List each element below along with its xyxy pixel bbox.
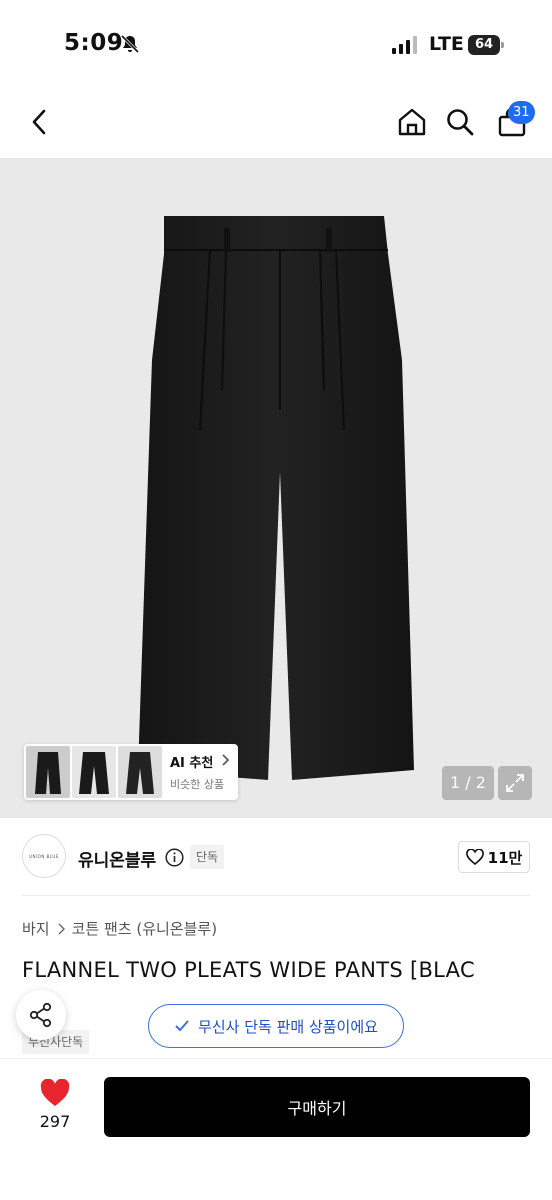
exclusive-notice-text: 무신사 단독 판매 상품이에요 (198, 1017, 378, 1036)
status-bar: 5:09 LTE 64 (0, 0, 552, 90)
product-title: FLANNEL TWO PLEATS WIDE PANTS [BLAC (22, 958, 475, 982)
buy-button[interactable]: 구매하기 (104, 1077, 530, 1137)
wishlist-count: 297 (39, 1112, 71, 1131)
expand-image-button[interactable] (498, 766, 532, 800)
thumbnail-image (26, 746, 70, 798)
back-button[interactable] (22, 104, 58, 140)
product-image-gallery[interactable]: AI 추천 비슷한 상품 1 / 2 (0, 158, 552, 818)
expand-icon (506, 774, 524, 792)
status-time: 5:09 (64, 30, 124, 56)
home-button[interactable] (392, 102, 432, 142)
back-icon (32, 109, 46, 135)
exclusive-tag: 단독 (190, 845, 225, 869)
breadcrumb-subcategory[interactable]: 코튼 팬츠 (유니온블루) (72, 918, 217, 939)
brand-logo-text: UNION BLUE (29, 853, 59, 859)
product-image (138, 216, 414, 780)
share-icon (29, 1002, 52, 1028)
thumbnail-image (72, 746, 116, 798)
battery-level: 64 (468, 35, 500, 55)
thumbnail-1[interactable] (26, 746, 70, 798)
cart-count-badge: 31 (508, 101, 535, 124)
network-type: LTE (429, 33, 464, 55)
divider (22, 895, 530, 896)
info-icon[interactable] (165, 848, 184, 867)
search-icon (447, 109, 474, 136)
bottom-action-bar: 297 구매하기 (0, 1058, 552, 1200)
image-page-indicator: 1 / 2 (442, 766, 494, 800)
chevron-right-icon (58, 923, 65, 934)
product-page: 5:09 LTE 64 31 AI 추천 비슷한 상품 1 / 2 UNION … (0, 0, 552, 1200)
bell-muted-icon (120, 34, 140, 54)
heart-filled-icon (40, 1079, 70, 1106)
battery-icon: 64 (468, 35, 504, 55)
signal-icon (392, 36, 417, 54)
thumbnail-image (118, 746, 162, 798)
brand-name[interactable]: 유니온블루 (78, 846, 156, 871)
ai-recommend-panel[interactable]: AI 추천 비슷한 상품 (24, 744, 238, 800)
home-icon (398, 108, 426, 136)
ai-recommend-title: AI 추천 (170, 756, 214, 771)
brand-row: UNION BLUE 유니온블루 단독 11만 (0, 818, 552, 896)
battery-tip (501, 42, 504, 48)
share-button[interactable] (16, 990, 66, 1040)
exclusive-notice: 무신사 단독 판매 상품이에요 (148, 1004, 404, 1048)
brand-logo[interactable]: UNION BLUE (22, 834, 66, 878)
check-icon (175, 1020, 189, 1032)
brand-like-count: 11만 (487, 848, 523, 867)
search-button[interactable] (440, 102, 480, 142)
thumbnail-3[interactable] (118, 746, 162, 798)
chevron-right-icon (222, 754, 230, 766)
ai-recommend-subtitle: 비슷한 상품 (170, 778, 225, 791)
breadcrumb-category[interactable]: 바지 (22, 918, 50, 939)
brand-like-button[interactable]: 11만 (458, 841, 530, 873)
top-nav (0, 90, 552, 158)
thumbnail-2[interactable] (72, 746, 116, 798)
heart-outline-icon (465, 849, 484, 865)
breadcrumb: 바지 코튼 팬츠 (유니온블루) (22, 918, 217, 939)
